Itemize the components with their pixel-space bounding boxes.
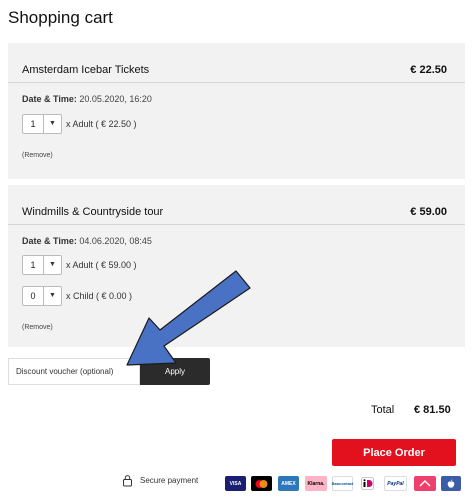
apply-button[interactable]: Apply xyxy=(140,358,210,385)
adult-qty-select[interactable]: 1 ▼ xyxy=(22,114,62,134)
bancontact-icon: Bancontact xyxy=(332,476,353,491)
datetime-value: 04.06.2020, 08:45 xyxy=(79,236,152,246)
sofort-icon xyxy=(414,476,436,491)
item-name: Amsterdam Icebar Tickets xyxy=(22,64,150,76)
applepay-icon xyxy=(441,476,461,491)
datetime-value: 20.05.2020, 16:20 xyxy=(79,94,152,104)
discount-voucher-input[interactable] xyxy=(8,358,140,385)
cart-item: Amsterdam Icebar Tickets € 22.50 Date & … xyxy=(8,43,465,179)
datetime-label: Date & Time: xyxy=(22,94,77,104)
lock-icon xyxy=(123,475,132,487)
visa-icon: VISA xyxy=(225,476,246,491)
adult-qty-select[interactable]: 1 ▼ xyxy=(22,255,62,275)
item-price: € 59.00 xyxy=(410,206,447,218)
ticket-label: x Adult ( € 22.50 ) xyxy=(66,119,137,129)
page-title: Shopping cart xyxy=(8,8,113,27)
remove-link[interactable]: (Remove) xyxy=(22,324,53,331)
secure-payment-label: Secure payment xyxy=(140,476,199,485)
paypal-icon: PayPal xyxy=(384,476,407,491)
amex-icon: AMEX xyxy=(278,476,299,491)
chevron-down-icon: ▼ xyxy=(49,120,56,127)
total-label: Total xyxy=(371,404,395,416)
divider xyxy=(8,82,465,83)
chevron-down-icon: ▼ xyxy=(49,292,56,299)
cart-item: Windmills & Countryside tour € 59.00 Dat… xyxy=(8,185,465,347)
qty-value: 1 xyxy=(23,256,44,274)
place-order-button[interactable]: Place Order xyxy=(332,439,456,466)
qty-value: 0 xyxy=(23,287,44,305)
ticket-label: x Child ( € 0.00 ) xyxy=(66,291,133,301)
child-qty-select[interactable]: 0 ▼ xyxy=(22,286,62,306)
item-datetime: Date & Time: 20.05.2020, 16:20 xyxy=(22,94,152,104)
item-price: € 22.50 xyxy=(410,64,447,76)
ideal-icon xyxy=(359,476,376,491)
ticket-label: x Adult ( € 59.00 ) xyxy=(66,260,137,270)
item-datetime: Date & Time: 04.06.2020, 08:45 xyxy=(22,236,152,246)
qty-value: 1 xyxy=(23,115,44,133)
remove-link[interactable]: (Remove) xyxy=(22,152,53,159)
klarna-icon: Klarna. xyxy=(305,476,327,491)
item-name: Windmills & Countryside tour xyxy=(22,206,164,218)
total-value: € 81.50 xyxy=(414,404,451,416)
divider xyxy=(8,224,465,225)
secure-payment: Secure payment xyxy=(121,474,198,487)
mastercard-icon xyxy=(251,476,272,491)
chevron-down-icon: ▼ xyxy=(49,261,56,268)
datetime-label: Date & Time: xyxy=(22,236,77,246)
